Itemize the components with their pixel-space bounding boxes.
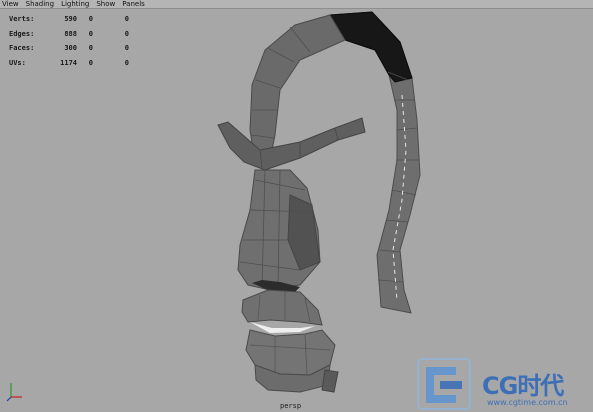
hair-selected-faces[interactable]: [329, 11, 413, 83]
hud-row-uvs: UVs: 1174 0 0: [9, 56, 129, 71]
chin-strand[interactable]: [321, 369, 339, 393]
brow-mesh[interactable]: [217, 117, 366, 171]
hud-value: 1174: [60, 58, 77, 67]
panel-menubar: View Shading Lighting Show Panels: [0, 0, 593, 9]
hud-row-faces: Faces: 300 0 0: [9, 41, 129, 56]
cgtime-logo-icon: [417, 358, 471, 410]
hud-value: 0: [88, 29, 93, 38]
menu-show[interactable]: Show: [96, 0, 115, 9]
hud-value: 0: [124, 44, 129, 52]
menu-panels[interactable]: Panels: [122, 0, 145, 9]
hud-label: Verts:: [9, 15, 35, 23]
hair-strip-mesh[interactable]: [329, 11, 421, 314]
camera-name-label: persp: [280, 402, 302, 410]
upper-lip-mesh[interactable]: [241, 289, 323, 326]
watermark: CG时代 www.cgtime.com.cn: [416, 357, 593, 412]
hud-value: 590: [64, 15, 77, 23]
watermark-url: www.cgtime.com.cn: [487, 398, 568, 407]
menu-shading[interactable]: Shading: [26, 0, 54, 9]
mouth-opening: [250, 322, 315, 333]
hud-value: 0: [124, 58, 129, 67]
menu-lighting[interactable]: Lighting: [61, 0, 89, 9]
hud-value: 0: [88, 15, 93, 23]
hud-value: 0: [124, 15, 129, 23]
hud-value: 888: [64, 29, 77, 38]
hud-value: 0: [124, 29, 129, 38]
poly-count-hud: Verts: 590 0 0 Edges: 888 0 0 Faces: 300…: [9, 12, 129, 70]
menu-view[interactable]: View: [2, 0, 19, 9]
hud-label: Faces:: [9, 44, 35, 52]
hud-value: 0: [88, 44, 93, 52]
watermark-title: CG时代: [482, 372, 564, 400]
hud-row-edges: Edges: 888 0 0: [9, 27, 129, 42]
hud-value: 300: [64, 44, 77, 52]
hud-value: 0: [88, 58, 93, 67]
hud-row-verts: Verts: 590 0 0: [9, 12, 129, 27]
3d-viewport[interactable]: View Shading Lighting Show Panels Verts:…: [0, 0, 593, 412]
axis-gizmo-icon: [6, 383, 22, 402]
hud-label: UVs:: [9, 58, 26, 67]
hud-label: Edges:: [9, 29, 35, 38]
